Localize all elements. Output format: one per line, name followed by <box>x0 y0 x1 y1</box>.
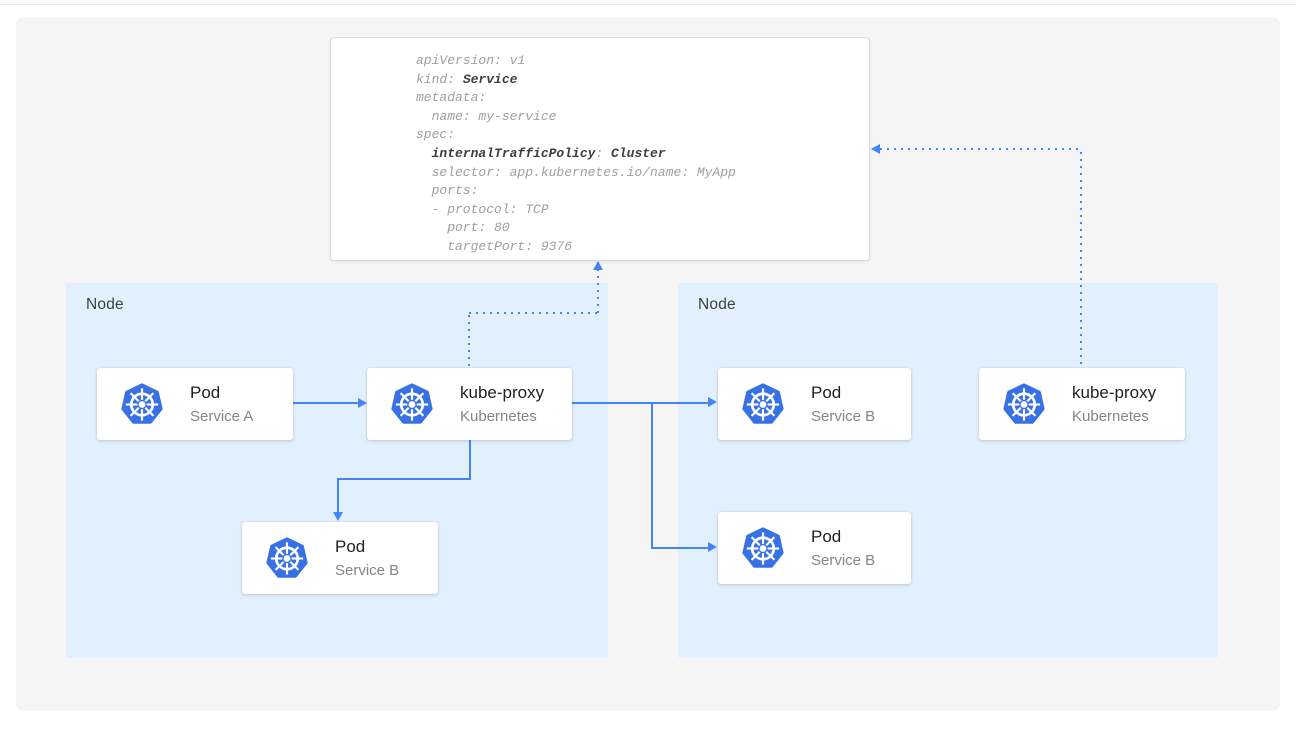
card-title: kube-proxy <box>1072 382 1156 404</box>
pod-service-b-right-top-card: Pod Service B <box>718 368 911 440</box>
dotted-right-kubeproxy-v <box>1080 152 1082 368</box>
arrow-kubeproxy-to-pod-b-left-v2 <box>337 478 339 514</box>
top-divider <box>0 4 1296 5</box>
arrow-kubeproxy-to-pod-b-top-head <box>708 397 717 407</box>
node-box-left: Node <box>66 283 608 658</box>
card-subtitle: Kubernetes <box>1072 406 1156 427</box>
card-title: Pod <box>811 382 875 404</box>
node-left-label: Node <box>86 296 124 314</box>
kube-proxy-right-card: kube-proxy Kubernetes <box>979 368 1185 440</box>
service-yaml-code: apiVersion: v1kind: Servicemetadata: nam… <box>416 52 861 257</box>
arrow-kubeproxy-to-pod-b-bottom-head <box>708 542 717 552</box>
dotted-left-kubeproxy-h <box>469 312 600 314</box>
card-title: Pod <box>190 382 253 404</box>
dotted-right-kubeproxy-head <box>871 144 880 154</box>
card-subtitle: Service B <box>335 560 399 581</box>
dotted-right-kubeproxy-h <box>880 148 1082 150</box>
kubernetes-icon <box>120 383 164 426</box>
pod-service-a-card: Pod Service A <box>97 368 293 440</box>
node-right-label: Node <box>698 296 736 314</box>
arrow-kubeproxy-to-pod-b-bottom-h <box>651 547 708 549</box>
kubernetes-icon <box>741 383 785 426</box>
kube-proxy-left-card: kube-proxy Kubernetes <box>367 368 572 440</box>
card-subtitle: Service A <box>190 406 253 427</box>
arrow-pod-a-to-kubeproxy-line <box>293 402 359 404</box>
kubernetes-icon <box>741 527 785 570</box>
card-subtitle: Kubernetes <box>460 406 544 427</box>
diagram-page: Node Node apiVersion: v1kind: Servicemet… <box>0 0 1296 729</box>
kubernetes-icon <box>265 537 309 580</box>
dotted-left-kubeproxy-v1 <box>468 315 470 368</box>
kubernetes-icon <box>1002 383 1046 426</box>
pod-service-b-right-bottom-card: Pod Service B <box>718 512 911 584</box>
arrow-kubeproxy-to-pod-b-left-h <box>337 478 471 480</box>
arrow-kubeproxy-to-pod-b-bottom-v <box>651 402 653 549</box>
dotted-left-kubeproxy-head <box>593 261 603 270</box>
card-subtitle: Service B <box>811 550 875 571</box>
card-subtitle: Service B <box>811 406 875 427</box>
arrow-kubeproxy-to-pod-b-top-line <box>572 402 708 404</box>
arrow-pod-a-to-kubeproxy-head <box>358 398 367 408</box>
kubernetes-icon <box>390 383 434 426</box>
service-yaml-panel: apiVersion: v1kind: Servicemetadata: nam… <box>330 37 870 261</box>
node-box-right: Node <box>678 283 1218 658</box>
pod-service-b-left-card: Pod Service B <box>242 522 438 594</box>
dotted-left-kubeproxy-v2 <box>597 269 599 313</box>
arrow-kubeproxy-to-pod-b-left-v1 <box>469 440 471 480</box>
card-title: kube-proxy <box>460 382 544 404</box>
card-title: Pod <box>811 526 875 548</box>
card-title: Pod <box>335 536 399 558</box>
arrow-kubeproxy-to-pod-b-left-head <box>333 512 343 521</box>
